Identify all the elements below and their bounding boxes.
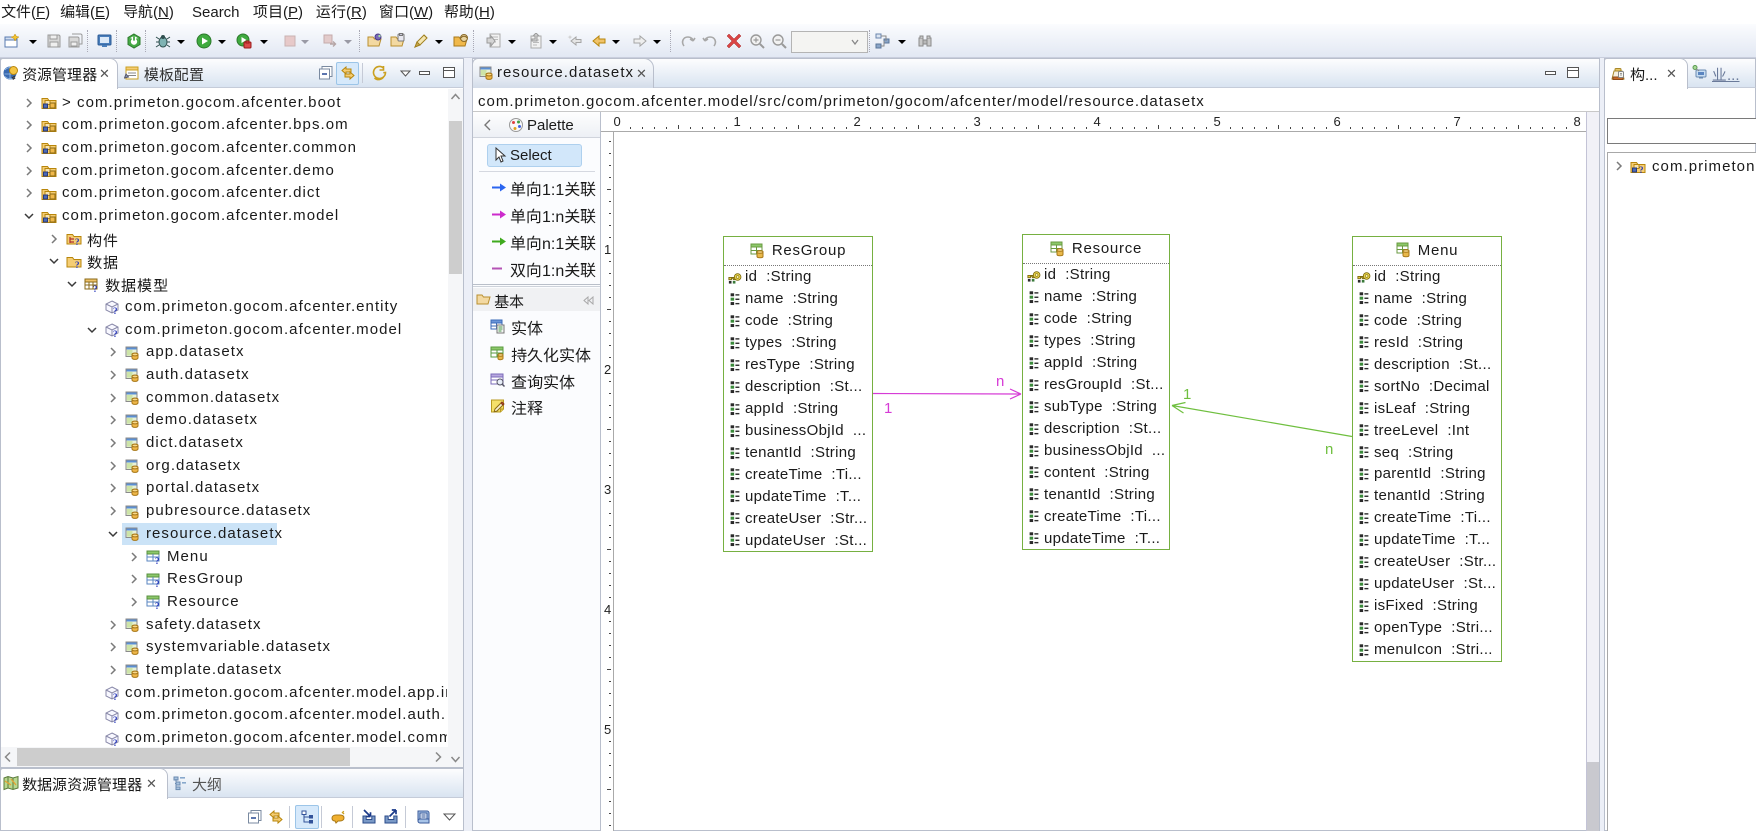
svg-text:?: ?	[113, 692, 118, 701]
svg-text:?: ?	[155, 601, 160, 610]
svg-text:?: ?	[155, 556, 160, 565]
svg-text:?: ?	[75, 237, 80, 247]
svg-text:?: ?	[93, 284, 98, 293]
svg-text:?: ?	[155, 579, 160, 588]
svg-text:1: 1	[1183, 386, 1191, 403]
svg-text:n: n	[996, 373, 1004, 390]
svg-text:?: ?	[113, 329, 118, 338]
svg-text:n: n	[1325, 441, 1333, 458]
svg-text:1: 1	[884, 400, 892, 417]
svg-text:?: ?	[113, 738, 118, 746]
svg-text:?: ?	[113, 306, 118, 315]
svg-text:?: ?	[75, 260, 80, 270]
svg-text:?: ?	[113, 715, 118, 724]
svg-text:?: ?	[1639, 165, 1644, 175]
